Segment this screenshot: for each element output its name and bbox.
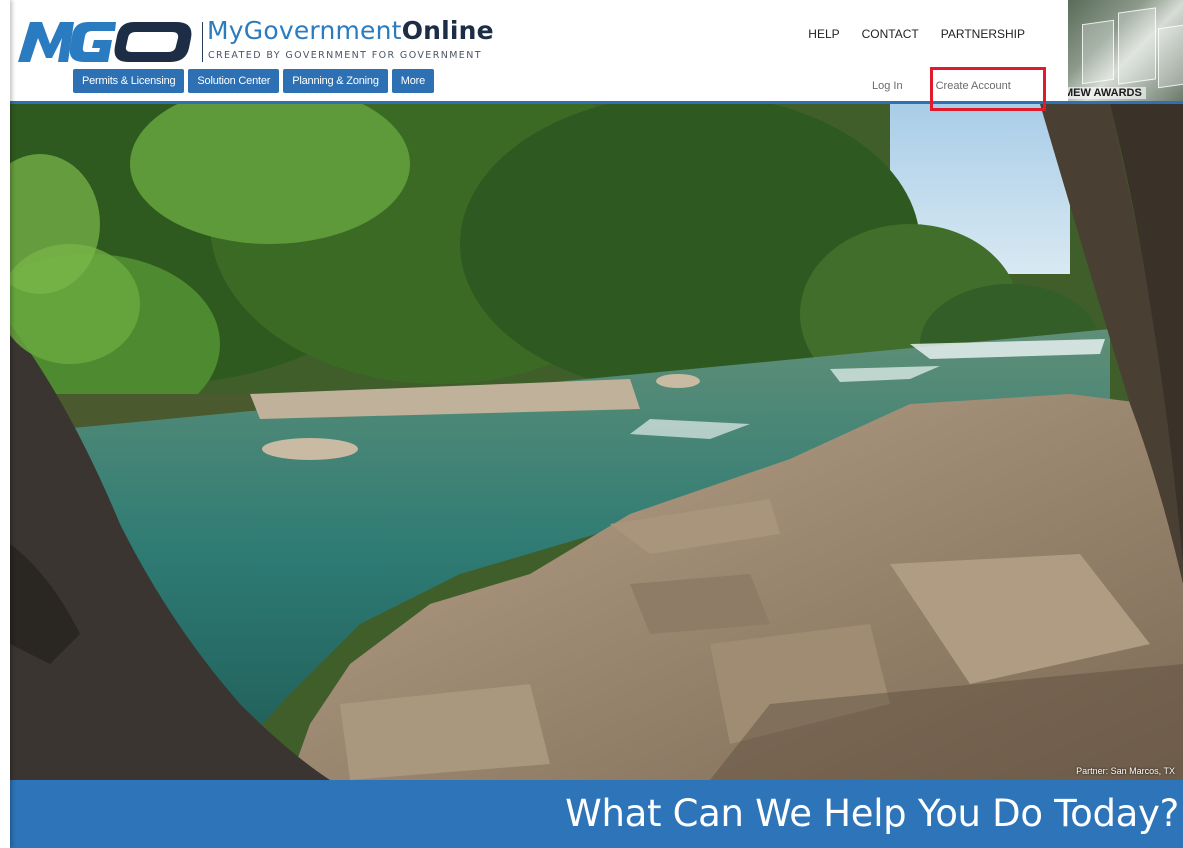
page: MyGovernmentOnline CREATED BY GOVERNMENT…	[0, 0, 1183, 848]
top-navigation: HELP CONTACT PARTNERSHIP	[808, 27, 1025, 41]
partnership-link[interactable]: PARTNERSHIP	[941, 27, 1025, 41]
site-tagline: CREATED BY GOVERNMENT FOR GOVERNMENT	[208, 50, 482, 61]
award-trophy-icon	[1082, 19, 1114, 85]
awards-label: MEW AWARDS	[1068, 87, 1146, 99]
menu-permits-licensing[interactable]: Permits & Licensing	[73, 69, 185, 93]
hero-caption: Partner: San Marcos, TX	[1076, 766, 1175, 776]
menu-solution-center[interactable]: Solution Center	[188, 69, 280, 93]
mgo-logo-mark	[18, 22, 192, 62]
site-name: MyGovernmentOnline	[207, 16, 494, 45]
help-heading: What Can We Help You Do Today?	[565, 792, 1179, 835]
hero-image: Partner: San Marcos, TX	[10, 104, 1183, 780]
award-trophy-icon	[1158, 23, 1183, 89]
river-scene-illustration	[10, 104, 1183, 780]
menu-more[interactable]: More	[391, 69, 434, 93]
left-page-edge	[0, 0, 10, 848]
awards-banner[interactable]: MEW AWARDS	[1068, 0, 1183, 101]
login-link[interactable]: Log In	[872, 80, 903, 92]
award-trophy-icon	[1118, 7, 1156, 85]
menu-planning-zoning[interactable]: Planning & Zoning	[283, 69, 388, 93]
contact-link[interactable]: CONTACT	[862, 27, 919, 41]
site-logo[interactable]: MyGovernmentOnline CREATED BY GOVERNMENT…	[16, 14, 496, 70]
main-menu: Permits & Licensing Solution Center Plan…	[73, 69, 434, 93]
help-link[interactable]: HELP	[808, 27, 839, 41]
help-banner: What Can We Help You Do Today?	[10, 780, 1183, 848]
logo-divider	[202, 22, 203, 62]
create-account-highlight-box	[930, 67, 1046, 111]
